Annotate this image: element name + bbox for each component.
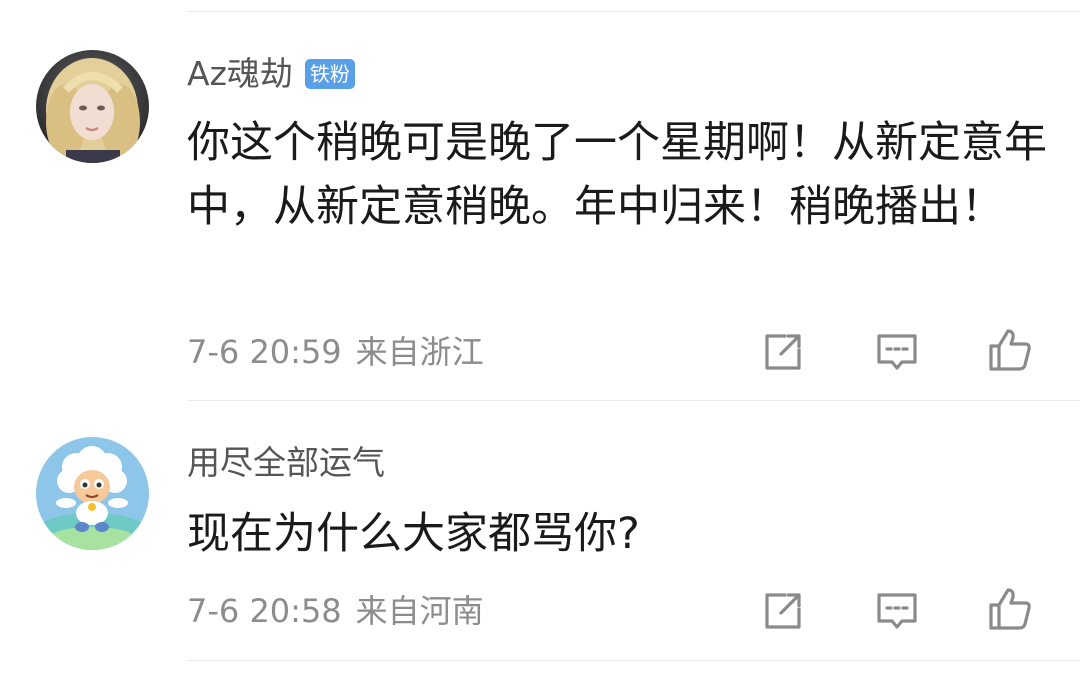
- like-icon: [989, 588, 1031, 630]
- reply-icon: [877, 593, 917, 629]
- like-icon: [989, 329, 1031, 371]
- comment-item: Az魂劫 铁粉 你这个稍晚可是晚了一个星期啊！从新定意年中，从新定意稍晚。年中归…: [0, 0, 1080, 400]
- like-button[interactable]: [986, 585, 1034, 633]
- lazy-sheep-avatar-icon: [36, 437, 149, 550]
- reply-icon: [877, 334, 917, 370]
- location: 来自河南: [355, 592, 484, 630]
- location: 来自浙江: [355, 333, 484, 371]
- share-button[interactable]: [759, 587, 807, 635]
- like-button[interactable]: [986, 326, 1034, 374]
- share-button[interactable]: [759, 328, 807, 376]
- username-row: 用尽全部运气: [187, 443, 385, 483]
- username[interactable]: Az魂劫: [187, 54, 293, 94]
- divider-bottom: [187, 660, 1080, 661]
- avatar[interactable]: [36, 50, 149, 163]
- share-icon: [765, 334, 801, 370]
- username[interactable]: 用尽全部运气: [187, 443, 385, 483]
- comment-item: 用尽全部运气 现在为什么大家都骂你? 7-6 20:58 来自河南: [0, 400, 1080, 660]
- blonde-woman-avatar-icon: [36, 50, 149, 163]
- fan-badge: 铁粉: [304, 59, 355, 89]
- timestamp: 7-6 20:58: [187, 592, 342, 630]
- avatar[interactable]: [36, 437, 149, 550]
- share-icon: [765, 593, 801, 629]
- timestamp: 7-6 20:59: [187, 333, 342, 371]
- comment-meta: 7-6 20:58 来自河南: [187, 591, 484, 631]
- reply-button[interactable]: [873, 587, 921, 635]
- comment-meta: 7-6 20:59 来自浙江: [187, 332, 484, 372]
- username-row: Az魂劫 铁粉: [187, 54, 355, 94]
- reply-button[interactable]: [873, 328, 921, 376]
- comment-text: 你这个稍晚可是晚了一个星期啊！从新定意年中，从新定意稍晚。年中归来！稍晚播出！: [187, 118, 1047, 232]
- comment-text: 现在为什么大家都骂你?: [187, 509, 640, 559]
